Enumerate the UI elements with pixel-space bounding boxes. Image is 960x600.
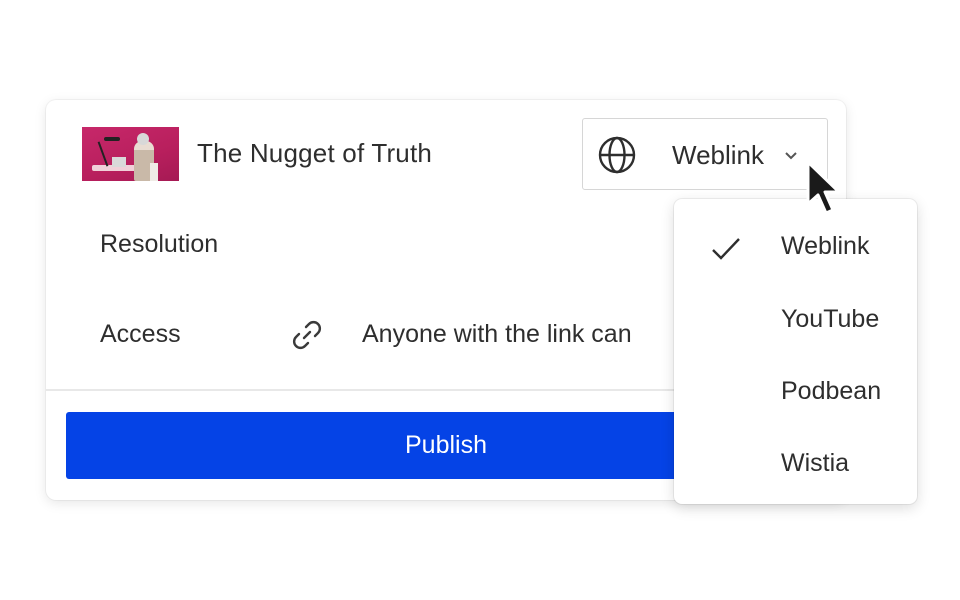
check-icon xyxy=(712,238,740,260)
access-value[interactable]: Anyone with the link can xyxy=(362,320,632,349)
access-label: Access xyxy=(100,320,181,348)
menu-item-label: Weblink xyxy=(781,232,870,260)
menu-item-weblink[interactable]: Weblink xyxy=(674,206,917,278)
menu-item-wistia[interactable]: Wistia xyxy=(674,423,917,495)
destination-selected-label: Weblink xyxy=(672,140,765,170)
mouse-pointer-icon xyxy=(806,160,841,215)
menu-item-label: YouTube xyxy=(781,305,880,333)
menu-item-label: Wistia xyxy=(781,449,850,477)
menu-item-label: Podbean xyxy=(781,377,882,405)
resolution-label: Resolution xyxy=(100,230,219,258)
globe-icon xyxy=(598,136,636,174)
menu-item-youtube[interactable]: YouTube xyxy=(674,279,917,351)
menu-item-podbean[interactable]: Podbean xyxy=(674,351,917,423)
destination-select[interactable]: Weblink xyxy=(582,118,828,190)
destination-dropdown-menu: Weblink YouTube Podbean Wistia xyxy=(674,199,917,504)
link-icon xyxy=(293,321,321,349)
video-thumbnail xyxy=(82,127,179,181)
media-title: The Nugget of Truth xyxy=(197,138,433,168)
chevron-down-icon xyxy=(785,152,797,160)
